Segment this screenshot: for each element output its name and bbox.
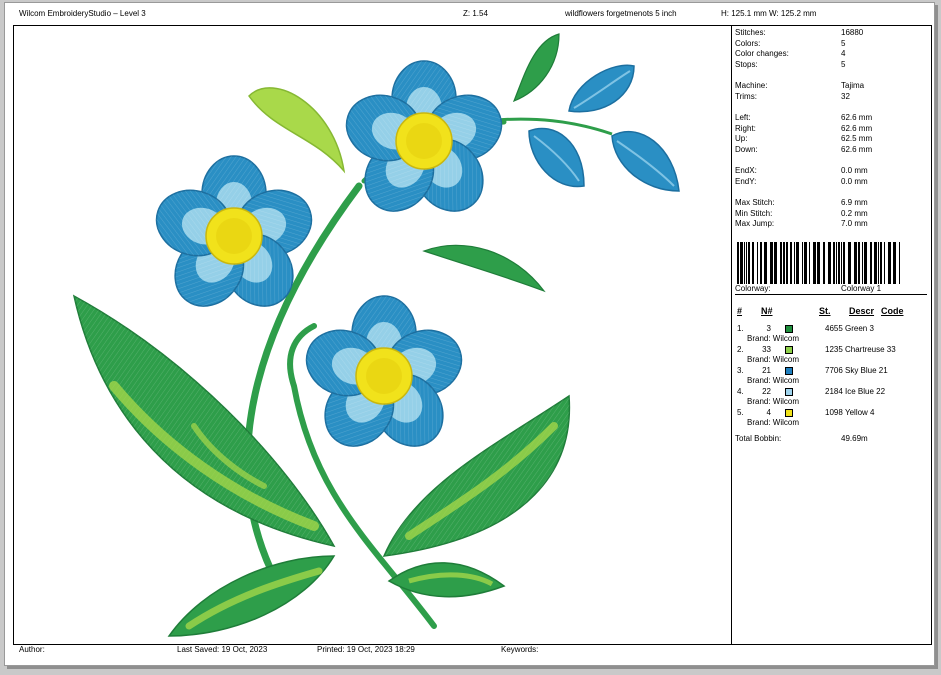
flower-top	[338, 61, 510, 225]
footer-printed: Printed: 19 Oct, 2023 18:29	[317, 645, 415, 654]
embroidery-design-image	[72, 33, 680, 637]
leaf-bottom-left	[167, 555, 336, 637]
thread-row: 4. 22 2184 Ice Blue 22	[737, 387, 886, 396]
col-header-descr: Descr	[849, 306, 875, 316]
flower-bottom	[298, 296, 470, 460]
print-frame: Stitches: 16880 Colors: 5 Color changes: 4 …	[13, 25, 932, 645]
barcode-icon	[737, 242, 900, 284]
embroidery-design-area	[14, 26, 732, 644]
design-info-panel: Stitches: 16880 Colors: 5 Color changes: 4 …	[735, 28, 931, 640]
col-header-num: #	[737, 306, 743, 316]
thread-row: 1. 3 4655 Green 3	[737, 324, 874, 333]
leaf-thin-middle	[422, 244, 546, 293]
divider	[735, 294, 927, 295]
print-preview-page: Wilcom EmbroideryStudio – Level 3 Z: 1.5…	[4, 2, 935, 666]
design-name: wildflowers forgetmenots 5 inch	[565, 9, 677, 18]
app-title: Wilcom EmbroideryStudio – Level 3	[19, 9, 146, 18]
zoom-level: Z: 1.54	[463, 9, 488, 18]
design-dimensions: H: 125.1 mm W: 125.2 mm	[721, 9, 817, 18]
leaf-top-blade	[512, 33, 560, 103]
leaf-chartreuse	[248, 87, 346, 174]
footer-keywords: Keywords:	[501, 645, 539, 654]
thread-color-swatch	[785, 346, 793, 354]
blue-leaves	[483, 64, 680, 192]
footer-last-saved: Last Saved: 19 Oct, 2023	[177, 645, 268, 654]
thread-color-swatch	[785, 388, 793, 396]
col-header-code: Code	[881, 306, 904, 316]
footer-author: Author:	[19, 645, 45, 654]
thread-row: 3. 21 7706 Sky Blue 21	[737, 366, 888, 375]
col-header-n: N#	[761, 306, 773, 316]
thread-color-swatch	[785, 325, 793, 333]
leaf-left-large	[72, 294, 336, 548]
thread-color-swatch	[785, 409, 793, 417]
thread-color-swatch	[785, 367, 793, 375]
col-header-st: St.	[819, 306, 831, 316]
thread-row: 2. 33 1235 Chartreuse 33	[737, 345, 896, 354]
thread-row: 5. 4 1098 Yellow 4	[737, 408, 875, 417]
